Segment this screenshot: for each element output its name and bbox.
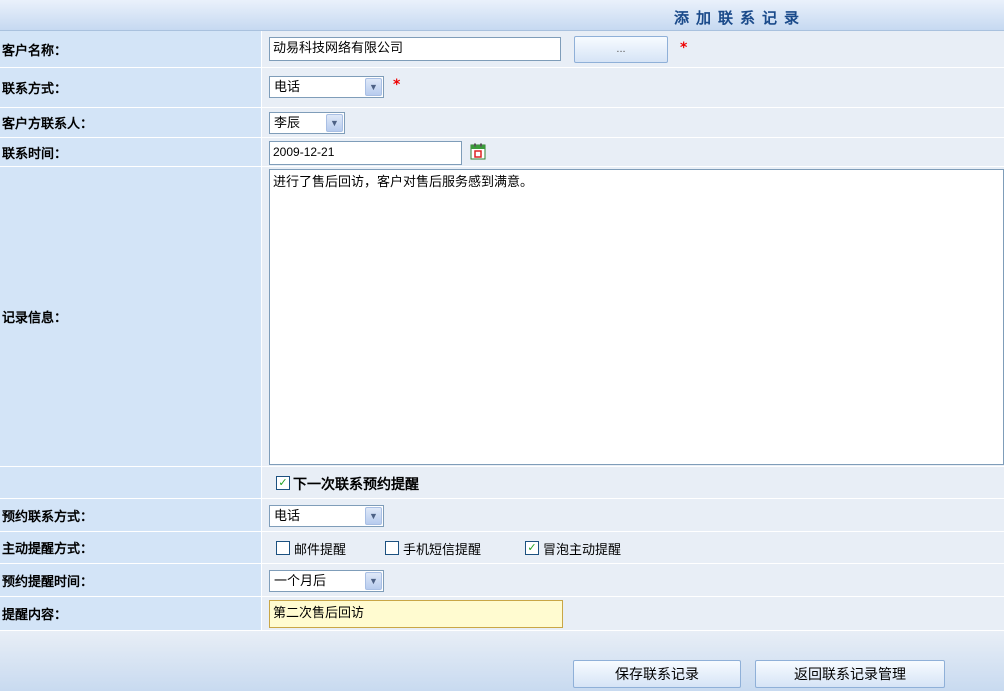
reminder-time-select[interactable]: 一个月后 ▼ xyxy=(269,570,384,592)
contact-method-field: 电话 ▼ * xyxy=(263,68,1004,107)
record-info-textarea[interactable]: 进行了售后回访，客户对售后服务感到满意。 xyxy=(269,169,1004,465)
chevron-down-icon[interactable]: ▼ xyxy=(365,507,382,525)
check-icon: ✓ xyxy=(278,476,288,489)
row-contact-time: 联系时间： 2009-12-21 xyxy=(0,138,1004,167)
contact-time-label: 联系时间： xyxy=(0,138,262,166)
next-reminder-label-cell xyxy=(0,467,262,498)
customer-label: 客户名称： xyxy=(0,31,262,67)
page-title: 添加联系记录 xyxy=(674,9,807,27)
reminder-time-value: 一个月后 xyxy=(274,573,327,588)
bubble-reminder-label: 冒泡主动提醒 xyxy=(543,542,622,557)
reminder-time-field: 一个月后 ▼ xyxy=(263,564,1004,596)
row-scheduled-method: 预约联系方式： 电话 ▼ xyxy=(0,499,1004,532)
row-reminder-content: 提醒内容： 第二次售后回访 xyxy=(0,597,1004,631)
reminder-content-field: 第二次售后回访 xyxy=(263,597,1004,630)
reminder-time-label: 预约提醒时间： xyxy=(0,564,262,596)
next-reminder-label: 下一次联系预约提醒 xyxy=(293,476,419,492)
contact-method-select[interactable]: 电话 ▼ xyxy=(269,76,384,98)
contact-time-field: 2009-12-21 xyxy=(263,138,1004,166)
sms-reminder-checkbox[interactable] xyxy=(385,541,399,555)
contact-time-input[interactable]: 2009-12-21 xyxy=(269,141,462,165)
scheduled-method-select[interactable]: 电话 ▼ xyxy=(269,505,384,527)
email-reminder-label: 邮件提醒 xyxy=(294,542,347,557)
next-reminder-checkbox[interactable]: ✓ xyxy=(276,476,290,490)
contact-person-field: 李辰 ▼ xyxy=(263,108,1004,137)
row-record-info: 记录信息： 进行了售后回访，客户对售后服务感到满意。 xyxy=(0,167,1004,467)
sms-reminder-label: 手机短信提醒 xyxy=(403,542,482,557)
back-to-records-button[interactable]: 返回联系记录管理 xyxy=(755,660,945,688)
reminder-content-label: 提醒内容： xyxy=(0,597,262,630)
row-customer: 客户名称： 动易科技网络有限公司 ... * xyxy=(0,31,1004,68)
chevron-down-icon[interactable]: ▼ xyxy=(365,78,382,96)
chevron-down-icon[interactable]: ▼ xyxy=(326,114,343,132)
calendar-icon[interactable] xyxy=(470,143,486,160)
customer-picker-button[interactable]: ... xyxy=(574,36,668,63)
chevron-down-icon[interactable]: ▼ xyxy=(365,572,382,590)
row-contact-method: 联系方式： 电话 ▼ * xyxy=(0,68,1004,108)
record-info-field: 进行了售后回访，客户对售后服务感到满意。 xyxy=(263,167,1004,466)
contact-method-label: 联系方式： xyxy=(0,68,262,107)
row-reminder-modes: 主动提醒方式： 邮件提醒 手机短信提醒 ✓ 冒泡主动提醒 xyxy=(0,532,1004,564)
contact-person-select[interactable]: 李辰 ▼ xyxy=(269,112,345,134)
required-marker: * xyxy=(393,77,401,93)
row-contact-person: 客户方联系人： 李辰 ▼ xyxy=(0,108,1004,138)
reminder-content-input[interactable]: 第二次售后回访 xyxy=(269,600,563,628)
contact-person-label: 客户方联系人： xyxy=(0,108,262,137)
email-reminder-checkbox[interactable] xyxy=(276,541,290,555)
title-bar: 添加联系记录 xyxy=(0,0,1004,31)
row-reminder-time: 预约提醒时间： 一个月后 ▼ xyxy=(0,564,1004,597)
reminder-modes-label: 主动提醒方式： xyxy=(0,532,262,563)
footer-actions: 保存联系记录 返回联系记录管理 xyxy=(0,631,1004,691)
contact-method-value: 电话 xyxy=(274,79,301,94)
scheduled-method-field: 电话 ▼ xyxy=(263,499,1004,531)
scheduled-method-value: 电话 xyxy=(274,508,301,523)
next-reminder-field: ✓ 下一次联系预约提醒 xyxy=(263,467,1004,498)
row-next-reminder: ✓ 下一次联系预约提醒 xyxy=(0,467,1004,499)
contact-person-value: 李辰 xyxy=(274,115,301,130)
reminder-modes-field: 邮件提醒 手机短信提醒 ✓ 冒泡主动提醒 xyxy=(263,532,1004,563)
scheduled-method-label: 预约联系方式： xyxy=(0,499,262,531)
required-marker: * xyxy=(680,40,688,56)
bubble-reminder-checkbox[interactable]: ✓ xyxy=(525,541,539,555)
check-icon: ✓ xyxy=(527,541,537,554)
save-record-button[interactable]: 保存联系记录 xyxy=(573,660,741,688)
customer-field: 动易科技网络有限公司 ... * xyxy=(263,31,1004,67)
customer-input[interactable]: 动易科技网络有限公司 xyxy=(269,37,561,61)
record-info-label: 记录信息： xyxy=(0,167,262,466)
